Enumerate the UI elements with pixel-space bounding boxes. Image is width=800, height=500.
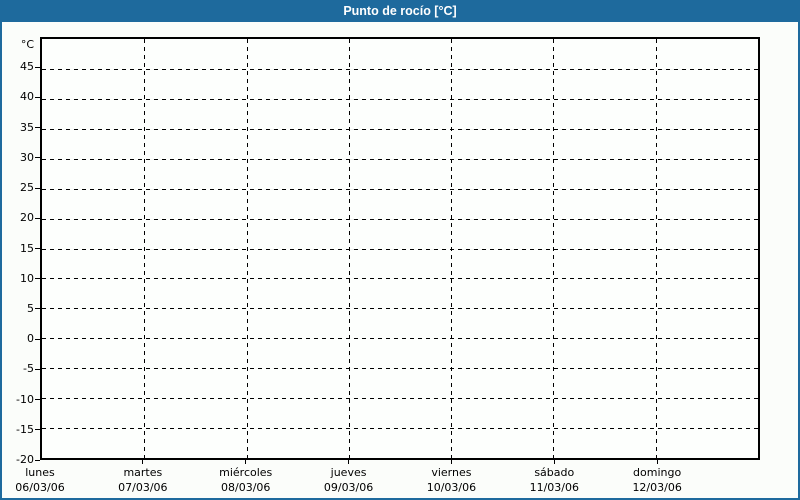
y-axis-tick-label: 15 — [20, 241, 34, 255]
y-axis-tick — [35, 278, 40, 280]
day-name: jueves — [330, 466, 367, 479]
x-gridline — [348, 39, 350, 458]
y-axis-tick-label: 10 — [20, 271, 34, 285]
y-axis-unit-label: °C — [20, 38, 34, 51]
y-axis-tick-label: 30 — [20, 150, 34, 164]
y-gridline — [42, 218, 758, 220]
day-date: 12/03/06 — [632, 481, 682, 494]
day-date: 09/03/06 — [323, 481, 374, 494]
x-axis-day-label: miércoles 08/03/06 — [196, 465, 296, 495]
x-axis-tick — [553, 460, 555, 464]
day-name: sábado — [534, 466, 575, 479]
day-date: 10/03/06 — [426, 481, 477, 494]
y-axis-tick — [35, 368, 40, 370]
y-axis-tick-label: 45 — [20, 60, 34, 74]
y-gridline — [42, 128, 758, 130]
y-axis-tick-label: -15 — [16, 422, 34, 436]
y-axis-tick-label: 0 — [27, 332, 34, 346]
y-axis-tick-label: 40 — [20, 90, 34, 104]
day-date: 11/03/06 — [529, 481, 579, 494]
chart-title-bar: Punto de rocío [°C] — [0, 0, 800, 22]
day-name: viernes — [431, 466, 472, 479]
day-date: 07/03/06 — [118, 481, 168, 494]
y-axis-tick-label: -5 — [23, 362, 34, 376]
y-axis-tick — [35, 66, 40, 68]
x-gridline — [246, 39, 248, 458]
x-axis-day-label: domingo 12/03/06 — [607, 465, 707, 495]
x-axis-day-label: jueves 09/03/06 — [299, 465, 399, 495]
y-axis-tick — [35, 157, 40, 159]
x-axis-day-label: martes 07/03/06 — [93, 465, 193, 495]
x-axis-tick — [656, 460, 658, 464]
y-axis-tick-label: 20 — [20, 211, 34, 225]
y-gridline — [42, 308, 758, 310]
y-gridline — [42, 68, 758, 70]
x-axis-day-label: viernes 10/03/06 — [401, 465, 501, 495]
y-gridline — [42, 368, 758, 370]
day-date: 08/03/06 — [221, 481, 271, 494]
x-axis-day-label: sábado 11/03/06 — [504, 465, 604, 495]
x-axis-day-label: lunes 06/03/06 — [0, 465, 90, 495]
x-axis-tick — [450, 460, 452, 464]
chart-window: Punto de rocío [°C] 45 40 35 30 25 20 15 10 5 0 -5… — [0, 0, 800, 500]
y-axis-tick — [35, 217, 40, 219]
x-gridline — [553, 39, 555, 458]
x-axis-tick — [142, 460, 144, 464]
y-axis-tick — [35, 248, 40, 249]
x-gridline — [451, 39, 453, 458]
y-axis-tick — [35, 187, 40, 189]
y-axis-tick — [35, 96, 40, 98]
day-date: 06/03/06 — [15, 481, 65, 494]
frame-border-left — [0, 22, 2, 500]
day-name: lunes — [25, 466, 55, 479]
y-gridline — [42, 98, 758, 100]
x-gridline — [655, 39, 657, 458]
y-gridline — [42, 158, 758, 160]
y-axis-tick — [35, 127, 40, 129]
y-gridline — [42, 398, 758, 400]
y-axis-tick-label: 5 — [27, 301, 34, 315]
y-axis-tick — [35, 308, 40, 310]
chart-canvas: 45 40 35 30 25 20 15 10 5 0 -5 -10 -15 -20 °C lunes 06/0… — [0, 22, 800, 500]
y-gridline — [42, 338, 758, 340]
x-axis-tick — [245, 460, 247, 464]
y-axis-tick — [35, 399, 40, 401]
y-axis-tick — [35, 459, 40, 461]
y-axis-tick-label: -10 — [16, 392, 34, 406]
x-axis-tick — [348, 460, 350, 464]
y-gridline — [42, 248, 758, 250]
y-gridline — [42, 188, 758, 190]
plot-area — [40, 37, 760, 460]
day-name: domingo — [633, 466, 682, 479]
y-axis-tick — [35, 338, 40, 340]
x-gridline — [144, 39, 146, 458]
y-axis-tick-label: 35 — [20, 120, 34, 134]
y-axis-tick-label: 25 — [20, 181, 34, 195]
y-gridline — [42, 278, 758, 280]
chart-title: Punto de rocío [°C] — [343, 4, 457, 18]
day-name: miércoles — [219, 466, 273, 479]
y-axis-tick — [35, 429, 40, 431]
y-gridline — [42, 428, 758, 430]
day-name: martes — [123, 466, 163, 479]
